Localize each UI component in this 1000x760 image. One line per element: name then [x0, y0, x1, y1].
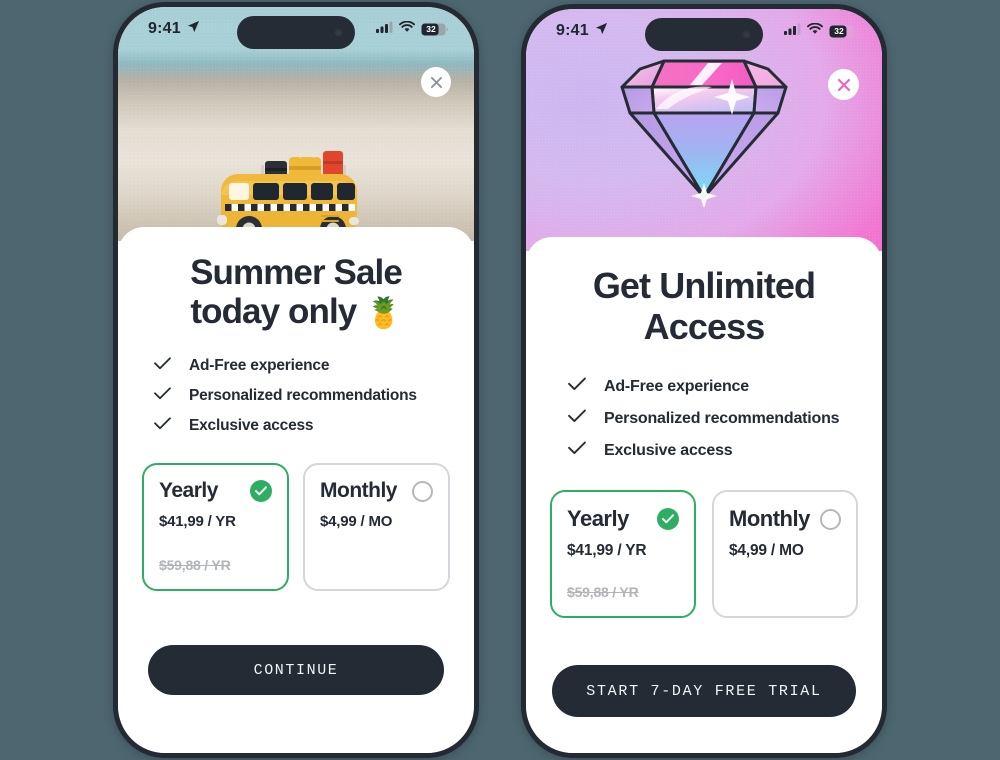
hero-section: 9:41 32 — [526, 9, 882, 251]
continue-button[interactable]: CONTINUE — [148, 645, 444, 695]
status-bar-indicators: 32 — [376, 20, 448, 38]
plan-card-yearly[interactable]: Yearly $41,99 / YR $59,88 / YR — [142, 463, 289, 592]
feature-list: Ad-Free experience Personalized recommen… — [548, 377, 860, 460]
battery-level-text: 32 — [426, 24, 436, 34]
feature-list: Ad-Free experience Personalized recommen… — [140, 357, 452, 435]
hero-section: 9:41 32 — [118, 7, 474, 241]
list-item: Personalized recommendations — [568, 409, 860, 428]
phone-screen: 9:41 — [526, 9, 882, 753]
check-icon — [154, 417, 171, 435]
feature-label: Ad-Free experience — [604, 377, 749, 395]
plan-old-price: $59,88 / YR — [567, 584, 639, 601]
close-button[interactable] — [421, 67, 451, 97]
plan-card-monthly[interactable]: Monthly $4,99 / MO — [712, 490, 858, 619]
plan-card-header: Monthly — [320, 479, 433, 503]
status-bar: 9:41 32 — [526, 9, 882, 53]
plan-price: $4,99 / MO — [729, 542, 804, 560]
status-bar-time-group: 9:41 — [148, 20, 200, 38]
paywall-sheet: Get Unlimited Access Ad-Free experience — [526, 237, 882, 753]
list-item: Personalized recommendations — [154, 387, 452, 405]
plan-name: Yearly — [159, 479, 218, 503]
plan-name: Yearly — [567, 506, 629, 532]
list-item: Exclusive access — [154, 417, 452, 435]
battery-icon: 32 — [829, 25, 856, 38]
list-item: Ad-Free experience — [568, 377, 860, 396]
check-icon — [154, 387, 171, 405]
battery-icon: 32 — [421, 23, 448, 36]
cellular-bars-icon — [376, 20, 393, 38]
phone-mockup-unlimited-access: 9:41 32 Get Unlimited Access Ad-Free exp… — [521, 4, 887, 758]
status-bar-time: 9:41 — [148, 20, 181, 37]
page-title-line2: Access — [643, 306, 766, 348]
screenshot-stage: 9:41 32 Summer Sale today only 🍍 Ad-Free… — [0, 0, 1000, 760]
page-title: Get Unlimited Access — [548, 265, 860, 347]
pineapple-emoji: 🍍 — [365, 297, 402, 331]
feature-label: Ad-Free experience — [189, 357, 330, 375]
feature-label: Personalized recommendations — [189, 387, 417, 405]
list-item: Exclusive access — [568, 441, 860, 460]
yellow-bus-icon — [201, 135, 391, 241]
check-icon — [568, 441, 586, 460]
plan-card-yearly[interactable]: Yearly $41,99 / YR $59,88 / YR — [550, 490, 696, 619]
status-bar-indicators: 32 — [784, 22, 856, 40]
start-free-trial-button[interactable]: START 7-DAY FREE TRIAL — [552, 665, 856, 717]
plan-price: $41,99 / YR — [567, 542, 647, 560]
plan-selector: Yearly $41,99 / YR $59,88 / YR Monthly $… — [548, 490, 860, 619]
location-arrow-icon — [595, 22, 608, 40]
radio-unselected-icon[interactable] — [820, 508, 841, 530]
radio-unselected-icon[interactable] — [412, 480, 433, 502]
plan-name: Monthly — [320, 479, 397, 503]
radio-selected-icon[interactable] — [657, 508, 679, 531]
page-title-line1: Get Unlimited — [592, 265, 816, 306]
plan-card-header: Yearly — [567, 506, 679, 532]
plan-card-header: Yearly — [159, 479, 272, 503]
list-item: Ad-Free experience — [154, 357, 452, 375]
check-icon — [154, 357, 171, 375]
location-arrow-icon — [187, 20, 200, 38]
feature-label: Exclusive access — [604, 441, 733, 459]
radio-selected-icon[interactable] — [250, 480, 272, 503]
status-bar-time: 9:41 — [556, 22, 589, 39]
cellular-bars-icon — [784, 22, 801, 40]
battery-level-text: 32 — [834, 26, 844, 36]
page-title-line2: today only — [190, 292, 357, 332]
plan-old-price: $59,88 / YR — [159, 557, 231, 574]
wifi-icon — [399, 20, 415, 38]
plan-price: $4,99 / MO — [320, 513, 393, 531]
plan-selector: Yearly $41,99 / YR $59,88 / YR Monthly $… — [140, 463, 452, 592]
feature-label: Personalized recommendations — [604, 409, 840, 427]
feature-label: Exclusive access — [189, 417, 314, 435]
phone-screen: 9:41 — [118, 7, 474, 753]
phone-mockup-summer-sale: 9:41 32 Summer Sale today only 🍍 Ad-Free… — [113, 2, 479, 758]
status-bar-time-group: 9:41 — [556, 22, 608, 40]
paywall-sheet: Summer Sale today only 🍍 Ad-Free experie… — [118, 227, 474, 753]
diamond-icon — [604, 39, 804, 212]
wifi-icon — [807, 22, 823, 40]
page-title-line1: Summer Sale — [190, 253, 403, 292]
plan-name: Monthly — [729, 506, 810, 532]
check-icon — [568, 377, 586, 396]
plan-price: $41,99 / YR — [159, 513, 236, 531]
plan-card-monthly[interactable]: Monthly $4,99 / MO — [303, 463, 450, 592]
plan-card-header: Monthly — [729, 506, 841, 532]
status-bar: 9:41 32 — [118, 7, 474, 51]
page-title: Summer Sale today only 🍍 — [140, 253, 452, 331]
check-icon — [568, 409, 586, 428]
close-button[interactable] — [828, 69, 859, 100]
